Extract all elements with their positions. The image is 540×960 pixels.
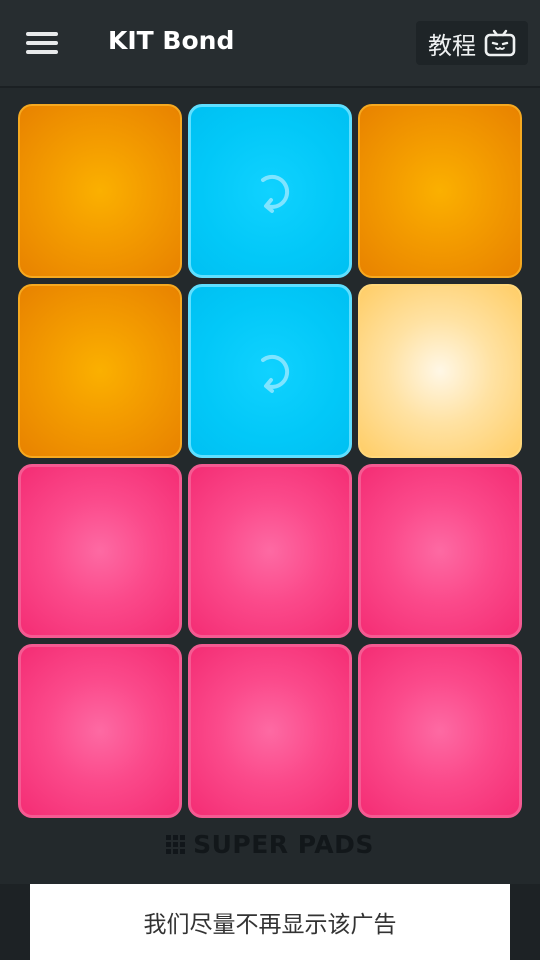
menu-line bbox=[26, 50, 58, 54]
pad-1[interactable] bbox=[18, 104, 182, 278]
ad-text: 我们尽量不再显示该广告 bbox=[143, 912, 397, 938]
menu-line bbox=[26, 32, 58, 36]
loop-icon bbox=[261, 354, 290, 393]
loop-icon bbox=[261, 174, 290, 213]
pad-6[interactable] bbox=[358, 284, 522, 458]
pad-9[interactable] bbox=[358, 464, 522, 638]
grid-logo-icon bbox=[166, 834, 186, 854]
pad-12[interactable] bbox=[358, 644, 522, 818]
pad-grid bbox=[18, 104, 522, 818]
menu-line bbox=[26, 41, 58, 45]
brand-text: SUPER PADS bbox=[193, 829, 374, 859]
tutorial-label: 教程 bbox=[428, 31, 476, 60]
pad-7[interactable] bbox=[18, 464, 182, 638]
kit-title: KIT Bond bbox=[108, 26, 235, 55]
pad-10[interactable] bbox=[18, 644, 182, 818]
tutorial-button[interactable]: 教程 bbox=[416, 21, 528, 65]
hamburger-menu-icon[interactable] bbox=[22, 27, 62, 59]
pad-11[interactable] bbox=[188, 644, 352, 818]
top-bar: KIT Bond 教程 bbox=[0, 0, 540, 88]
pad-5[interactable] bbox=[188, 284, 352, 458]
ad-banner[interactable]: 我们尽量不再显示该广告 bbox=[30, 884, 510, 960]
pad-8[interactable] bbox=[188, 464, 352, 638]
pad-3[interactable] bbox=[358, 104, 522, 278]
super-pads-logo: SUPER PADS bbox=[0, 828, 540, 860]
tv-icon bbox=[484, 29, 516, 57]
pad-4[interactable] bbox=[18, 284, 182, 458]
pad-2[interactable] bbox=[188, 104, 352, 278]
